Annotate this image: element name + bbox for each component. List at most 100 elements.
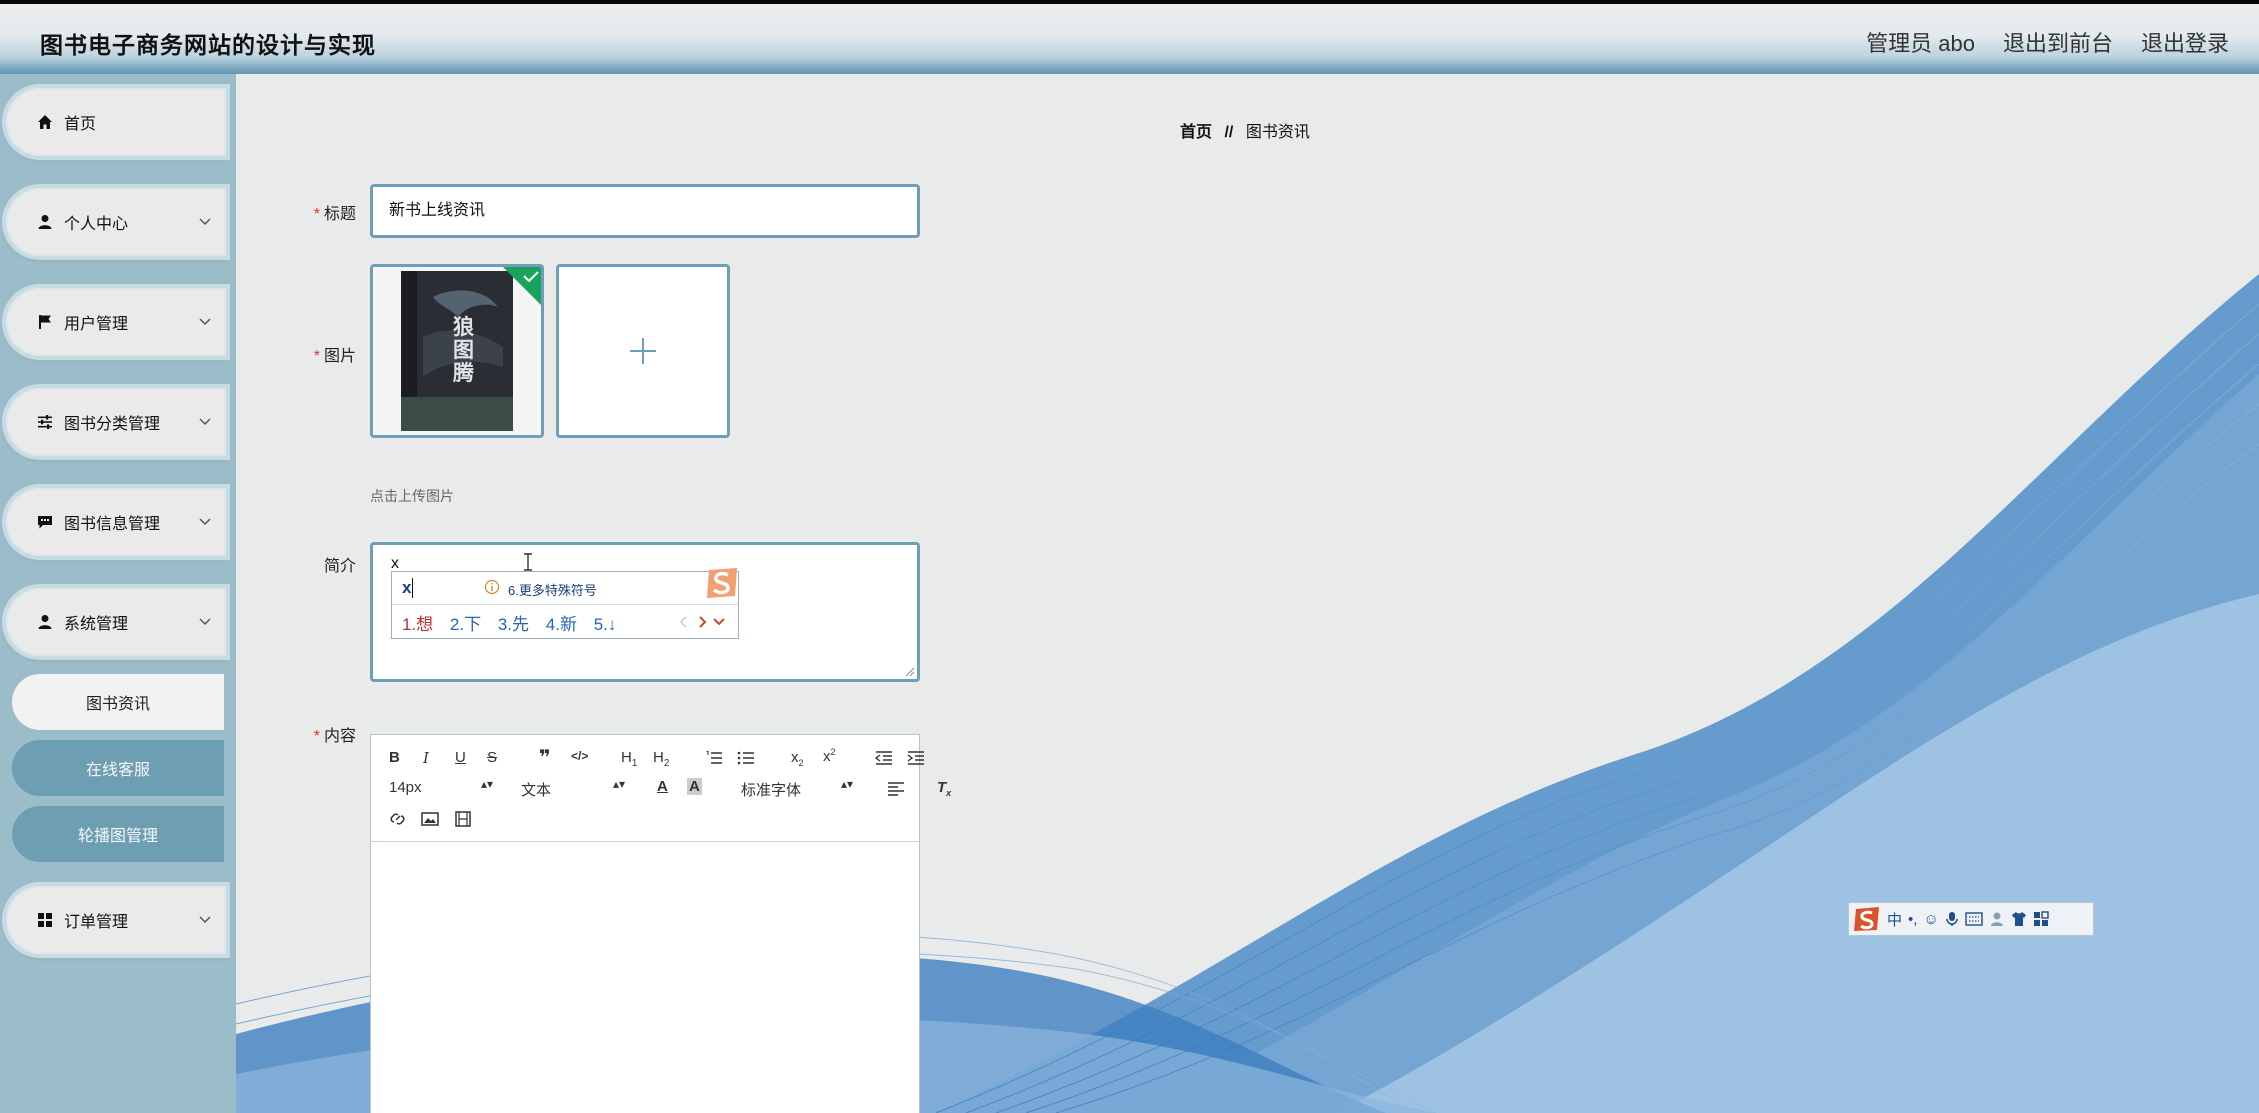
sidebar-item-home[interactable]: 首页 xyxy=(6,88,226,156)
strike-button[interactable]: S xyxy=(487,749,497,766)
person-icon xyxy=(36,213,54,231)
code-block-button[interactable]: </> xyxy=(571,749,588,763)
chevron-down-icon xyxy=(199,618,211,626)
sidebar-item-order-management[interactable]: 订单管理 xyxy=(6,886,226,954)
sidebar-item-system-management[interactable]: 系统管理 xyxy=(6,588,226,656)
sogou-logo-icon xyxy=(707,568,737,598)
sidebar-item-label: 订单管理 xyxy=(64,914,129,931)
ime-candidate[interactable]: 5.↓ xyxy=(594,615,617,634)
ime-tip[interactable]: 6.更多特殊符号 xyxy=(508,580,597,599)
sidebar: 首页 个人中心 用户管理 图书分类管理 图书信息管理 系统管理 图书资讯 在线客… xyxy=(0,74,236,1113)
sidebar-item-label: 首页 xyxy=(64,116,97,133)
ime-candidate[interactable]: 2.下 xyxy=(450,615,481,634)
sogou-logo-icon xyxy=(1854,907,1879,931)
sidebar-item-personal-center[interactable]: 个人中心 xyxy=(6,188,226,256)
sliders-icon xyxy=(36,413,54,431)
admin-user-label: 管理员 abo xyxy=(1866,31,1975,56)
select-arrows-icon: ▴▾ xyxy=(613,777,626,791)
keyboard-icon[interactable] xyxy=(1965,912,1983,926)
text-type-select[interactable]: 文本 xyxy=(521,779,551,800)
underline-button[interactable]: U xyxy=(455,749,466,766)
image-icon[interactable] xyxy=(421,811,439,827)
ime-page-arrows-icon[interactable] xyxy=(674,614,734,630)
site-title: 图书电子商务网站的设计与实现 xyxy=(40,32,376,58)
title-label: * 标题 xyxy=(313,206,356,223)
font-color-button[interactable]: A xyxy=(657,778,668,795)
main-content: 首页 // 图书资讯 * 标题 新书上线资讯 * 图片 狼图腾 点击上传图片 简… xyxy=(236,74,2259,1113)
background-color-button[interactable]: A xyxy=(687,778,702,795)
indent-icon[interactable] xyxy=(907,750,925,766)
book-cover-title: 狼图腾 xyxy=(453,314,474,385)
italic-button[interactable]: I xyxy=(423,749,429,767)
resize-handle-icon[interactable] xyxy=(905,667,915,677)
exit-to-front-link[interactable]: 退出到前台 xyxy=(2003,26,2113,58)
person-icon xyxy=(36,613,54,631)
blockquote-button[interactable]: ❞ xyxy=(539,745,551,770)
align-icon[interactable] xyxy=(887,781,905,797)
ime-candidate[interactable]: 1.想 xyxy=(402,615,433,634)
sidebar-subitem-book-news[interactable]: 图书资讯 xyxy=(12,674,224,730)
sidebar-item-book-info[interactable]: 图书信息管理 xyxy=(6,488,226,556)
upload-success-check-icon xyxy=(503,267,541,305)
user-icon[interactable] xyxy=(1989,911,2005,927)
select-arrows-icon: ▴▾ xyxy=(841,777,854,791)
title-input[interactable]: 新书上线资讯 xyxy=(370,184,920,238)
ime-candidate-popup: x 6.更多特殊符号 1.想 2.下 3.先 4.新 5.↓ xyxy=(391,568,739,639)
emoji-icon[interactable]: ☺ xyxy=(1923,911,1938,928)
editor-content-area[interactable] xyxy=(371,842,919,1113)
subscript-button[interactable]: x2 xyxy=(791,749,804,768)
chevron-down-icon xyxy=(199,318,211,326)
font-family-select[interactable]: 标准字体 xyxy=(741,779,801,800)
sidebar-item-user-management[interactable]: 用户管理 xyxy=(6,288,226,356)
summary-textarea[interactable]: x x 6.更多特殊符号 1.想 2.下 3.先 4.新 5.↓ xyxy=(370,542,920,682)
grid-icon xyxy=(36,911,54,929)
chevron-down-icon xyxy=(199,916,211,924)
clean-format-button[interactable]: Tx xyxy=(937,779,951,798)
sidebar-subitem-carousel[interactable]: 轮播图管理 xyxy=(12,806,224,862)
image-label: * 图片 xyxy=(313,348,356,365)
sidebar-item-label: 用户管理 xyxy=(64,316,129,333)
home-icon xyxy=(36,113,54,131)
upload-add-button[interactable] xyxy=(556,264,730,438)
content-label: * 内容 xyxy=(313,728,356,745)
select-arrows-icon: ▴▾ xyxy=(481,777,494,791)
summary-label: 简介 xyxy=(323,558,356,575)
link-icon[interactable] xyxy=(389,811,407,827)
ime-candidate[interactable]: 3.先 xyxy=(498,615,529,634)
ime-candidate[interactable]: 4.新 xyxy=(546,615,577,634)
ime-candidate-list: 1.想 2.下 3.先 4.新 5.↓ xyxy=(402,610,628,635)
bold-button[interactable]: B xyxy=(389,749,400,766)
bullet-list-icon[interactable] xyxy=(737,750,755,766)
sidebar-item-label: 图书分类管理 xyxy=(64,416,161,433)
punctuation-icon[interactable]: •, xyxy=(1908,911,1917,928)
chevron-down-icon xyxy=(199,418,211,426)
uploaded-image-thumbnail[interactable]: 狼图腾 xyxy=(370,264,544,438)
top-header: 图书电子商务网站的设计与实现 管理员 abo 退出到前台 退出登录 xyxy=(0,0,2259,74)
text-cursor-icon xyxy=(524,553,532,571)
logout-link[interactable]: 退出登录 xyxy=(2141,26,2229,58)
video-icon[interactable] xyxy=(455,811,471,827)
sidebar-item-label: 图书信息管理 xyxy=(64,516,161,533)
chat-icon xyxy=(36,513,54,531)
ime-mode-toggle[interactable]: 中 xyxy=(1887,909,1902,930)
heading1-button[interactable]: H1 xyxy=(621,749,637,769)
breadcrumb-home[interactable]: 首页 xyxy=(1180,124,1212,141)
ordered-list-icon[interactable] xyxy=(705,750,723,766)
sidebar-item-label: 个人中心 xyxy=(64,216,129,233)
outdent-icon[interactable] xyxy=(875,750,893,766)
sidebar-subitem-online-service[interactable]: 在线客服 xyxy=(12,740,224,796)
toolbox-grid-icon[interactable] xyxy=(2033,911,2049,927)
breadcrumb-current: 图书资讯 xyxy=(1245,124,1310,141)
editor-toolbar: B I U S ❞ </> H1 H2 x2 x2 14px ▴▾ 文本 ▴▾ … xyxy=(371,735,951,842)
ime-input-text: x xyxy=(402,578,412,597)
flag-icon xyxy=(36,313,54,331)
skin-shirt-icon[interactable] xyxy=(2011,911,2027,927)
font-size-select[interactable]: 14px xyxy=(389,779,422,796)
heading2-button[interactable]: H2 xyxy=(653,749,669,769)
sidebar-item-book-category[interactable]: 图书分类管理 xyxy=(6,388,226,456)
superscript-button[interactable]: x2 xyxy=(823,747,836,765)
app-window: 图书电子商务网站的设计与实现 管理员 abo 退出到前台 退出登录 首页 个人中… xyxy=(0,0,2259,1113)
breadcrumb: 首页 // 图书资讯 xyxy=(1180,118,1310,142)
microphone-icon[interactable] xyxy=(1945,911,1959,927)
plus-icon xyxy=(630,338,656,364)
